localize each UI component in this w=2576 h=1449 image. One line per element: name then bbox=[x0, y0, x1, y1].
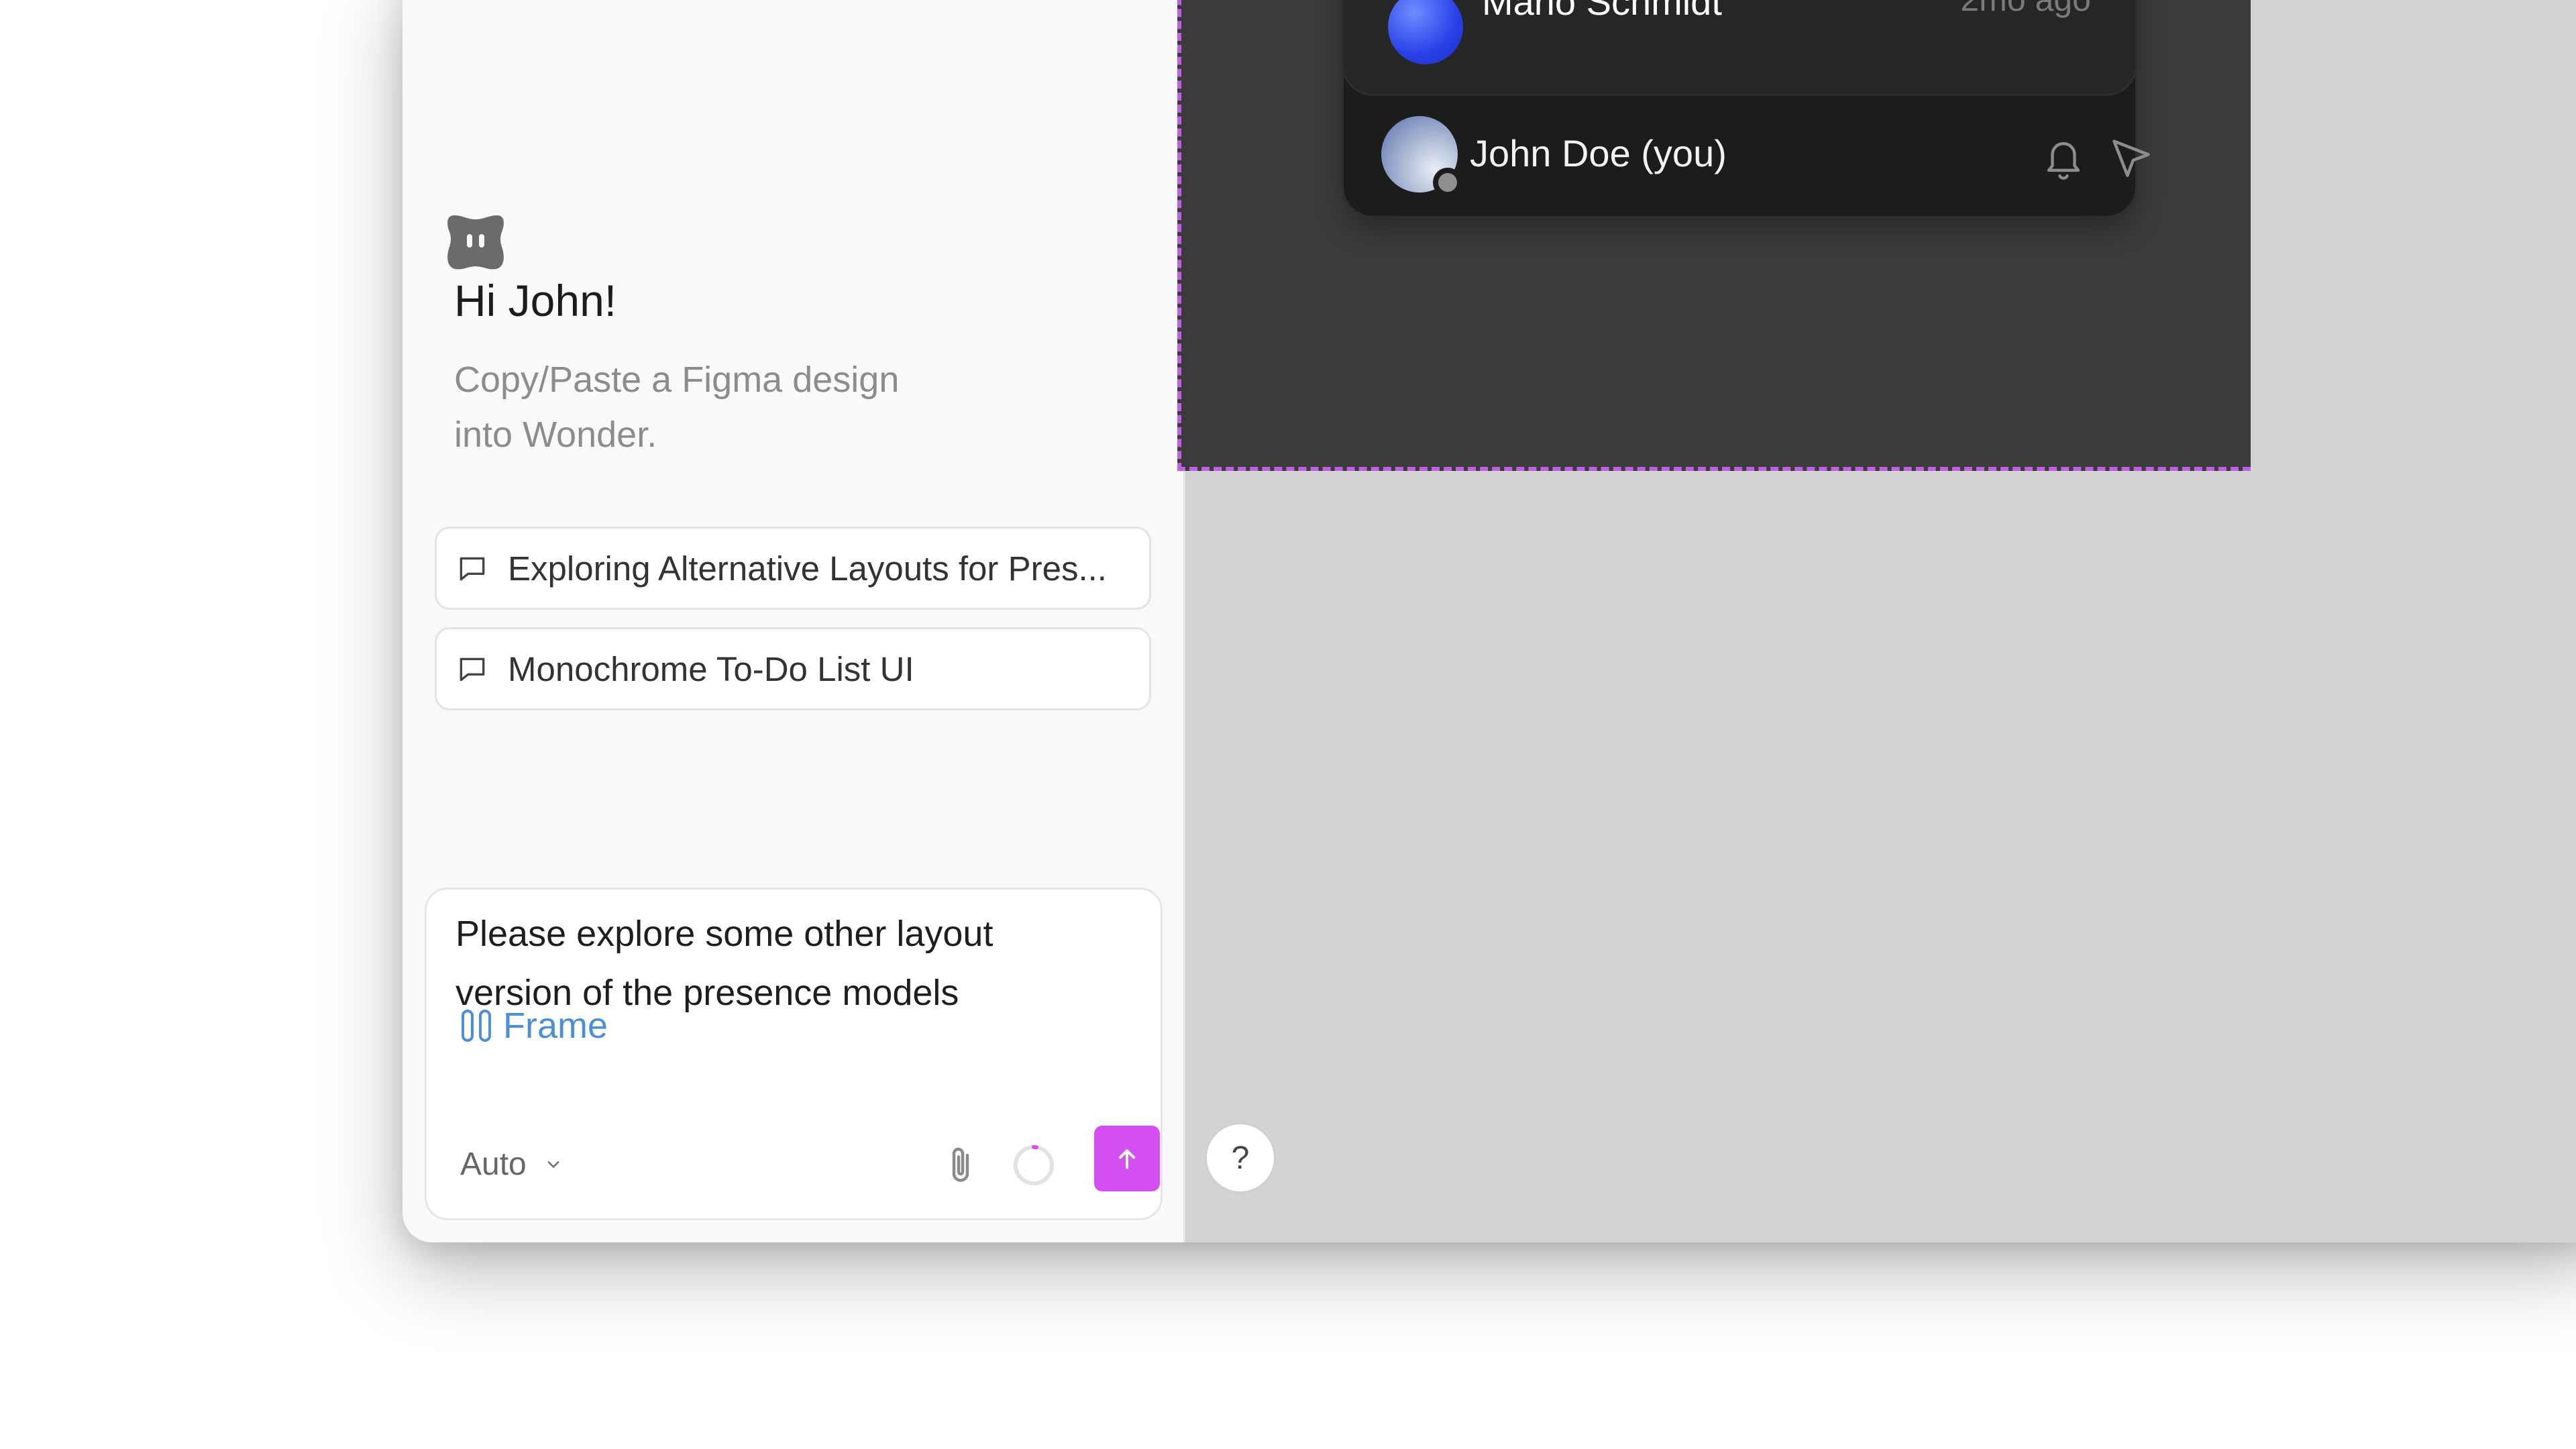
frame-icon bbox=[462, 1010, 491, 1042]
loading-spinner-icon bbox=[1014, 1145, 1054, 1185]
presence-user-name: John Doe (you) bbox=[1470, 132, 1727, 174]
presence-user-name: Mario Schmidt bbox=[1482, 0, 1722, 23]
chat-history-label: Exploring Alternative Layouts for Pres..… bbox=[508, 549, 1107, 588]
greeting-subtitle: Copy/Paste a Figma design into Wonder. bbox=[454, 360, 900, 455]
chat-history-item[interactable]: Monochrome To-Do List UI bbox=[435, 627, 1151, 710]
bell-icon[interactable] bbox=[2041, 134, 2086, 182]
frame-attachment-label: Frame bbox=[503, 1006, 608, 1046]
help-button[interactable]: ? bbox=[1205, 1122, 1276, 1193]
chevron-down-icon bbox=[547, 1161, 559, 1168]
arrow-up-icon bbox=[1119, 1149, 1135, 1169]
greeting-title: Hi John! bbox=[454, 276, 617, 325]
chat-history-item[interactable]: Exploring Alternative Layouts for Pres..… bbox=[435, 527, 1151, 610]
paperclip-icon[interactable] bbox=[941, 1142, 981, 1189]
message-composer[interactable]: Please explore some other layout version… bbox=[425, 888, 1163, 1220]
avatar bbox=[1388, 0, 1463, 64]
frame-attachment-chip[interactable]: Frame bbox=[460, 1005, 608, 1046]
model-select-label: Auto bbox=[460, 1146, 527, 1182]
chat-history-label: Monochrome To-Do List UI bbox=[508, 649, 914, 688]
cursor-icon[interactable] bbox=[2108, 136, 2154, 181]
status-indicator bbox=[1433, 168, 1462, 197]
presence-card: Mario Schmidt 2mo ago John Doe (you) bbox=[1344, 0, 2150, 216]
comment-icon bbox=[460, 557, 485, 581]
wonder-logo-icon bbox=[447, 215, 504, 270]
presence-last-seen: 2mo ago bbox=[1960, 0, 2091, 19]
chat-panel: Hi John! Copy/Paste a Figma design into … bbox=[402, 0, 1185, 1242]
comment-icon bbox=[460, 657, 485, 682]
presence-row[interactable]: Mario Schmidt 2mo ago bbox=[1344, 0, 2135, 94]
send-button[interactable] bbox=[1094, 1126, 1160, 1191]
model-select[interactable]: Auto bbox=[460, 1146, 563, 1183]
